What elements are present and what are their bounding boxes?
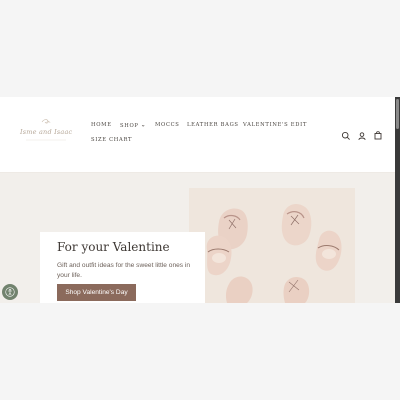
nav-moccs[interactable]: MOCCS <box>155 122 180 128</box>
hero-description: Gift and outfit ideas for the sweet litt… <box>57 262 191 279</box>
nav-home[interactable]: HOME <box>91 122 112 128</box>
bottom-blank-area <box>0 303 400 400</box>
hero-product-image <box>189 188 355 303</box>
brand-logo-text: Isme and Isaac <box>20 128 73 136</box>
hero-title: For your Valentine <box>57 240 170 254</box>
nav-size-chart[interactable]: SIZE CHART <box>91 137 132 143</box>
accessibility-icon <box>5 287 15 297</box>
page-scrollbar[interactable] <box>395 97 400 303</box>
hero-promo-card: For your Valentine Gift and outfit ideas… <box>40 232 205 303</box>
nav-shop[interactable]: SHOP ⌄ <box>120 121 147 130</box>
bag-icon[interactable] <box>373 127 383 140</box>
accessibility-button[interactable] <box>2 284 18 300</box>
scrollbar-thumb[interactable] <box>396 99 399 129</box>
search-icon[interactable] <box>341 128 351 140</box>
chevron-down-icon: ⌄ <box>140 121 147 129</box>
nav-shop-label: SHOP <box>120 123 139 129</box>
shop-valentines-day-button[interactable]: Shop Valentine's Day <box>57 284 136 301</box>
nav-leather-bags[interactable]: LEATHER BAGS <box>187 122 239 128</box>
nav-valentines-edit[interactable]: VALENTINE'S EDIT <box>243 122 307 128</box>
top-blank-area <box>0 0 400 97</box>
account-icon[interactable] <box>357 128 367 141</box>
